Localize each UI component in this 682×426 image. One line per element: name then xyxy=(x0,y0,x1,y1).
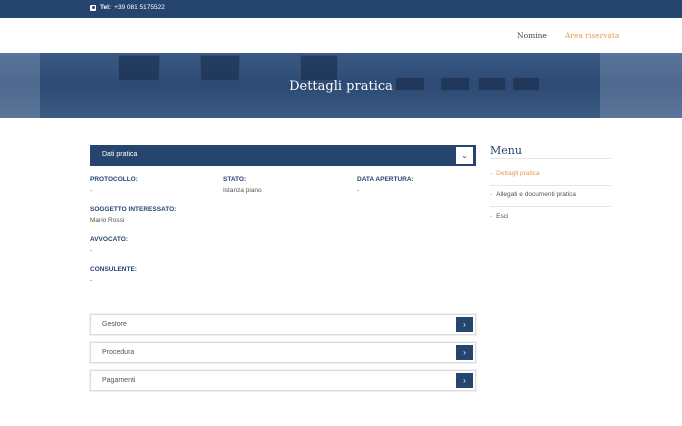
protocollo-label: PROTOCOLLO: xyxy=(90,176,138,183)
chevron-right-icon[interactable]: › xyxy=(456,345,473,360)
section-label: Procedura xyxy=(102,349,135,356)
phone-number: +39 081 5175522 xyxy=(114,4,165,11)
accordion-title: Dati pratica xyxy=(102,151,138,158)
stato-value: Istanza piano xyxy=(223,187,262,194)
sidebar-item-esci[interactable]: - Esci xyxy=(490,213,508,220)
sidebar-divider xyxy=(490,185,611,186)
soggetto-label: SOGGETTO INTERESSATO: xyxy=(90,206,177,213)
stato-label: STATO: xyxy=(223,176,247,183)
chevron-down-icon[interactable]: ⌄ xyxy=(456,147,473,164)
main-nav: Nomine Area riservata xyxy=(0,18,682,53)
soggetto-value: Mario Rossi xyxy=(90,217,125,224)
sidebar-item-dettagli-pratica[interactable]: - Dettagli pratica xyxy=(490,170,540,177)
section-pagamenti[interactable]: Pagamenti › xyxy=(90,370,476,391)
consulente-value: - xyxy=(90,277,93,284)
top-bar: Tel: +39 081 5175522 xyxy=(0,0,682,18)
phone-contact[interactable]: Tel: +39 081 5175522 xyxy=(90,4,165,11)
chevron-right-icon[interactable]: › xyxy=(456,317,473,332)
phone-label: Tel: xyxy=(100,4,112,11)
section-label: Gestore xyxy=(102,321,127,328)
phone-icon xyxy=(90,4,96,11)
page-title: Dettagli pratica xyxy=(289,79,393,94)
sidebar-divider xyxy=(490,158,611,159)
sidebar-divider xyxy=(490,206,611,207)
accordion-dati-pratica[interactable]: Dati pratica ⌄ xyxy=(90,145,476,166)
sidebar-title: Menu xyxy=(490,144,522,157)
chevron-right-icon[interactable]: › xyxy=(456,373,473,388)
section-procedura[interactable]: Procedura › xyxy=(90,342,476,363)
bullet: - xyxy=(490,213,493,220)
avvocato-value: - xyxy=(90,247,93,254)
bullet: - xyxy=(490,191,493,198)
hero-banner: Dettagli pratica xyxy=(0,53,682,118)
sidebar-item-allegati[interactable]: - Allegati e documenti pratica xyxy=(490,191,576,198)
nav-link-nomine[interactable]: Nomine xyxy=(517,31,547,40)
section-label: Pagamenti xyxy=(102,377,136,384)
sidebar-item-label: Dettagli pratica xyxy=(496,170,540,177)
nav-link-area-riservata[interactable]: Area riservata xyxy=(565,31,619,40)
data-apertura-value: - xyxy=(357,187,360,194)
sidebar-item-label: Esci xyxy=(496,213,509,220)
bullet: - xyxy=(490,170,493,177)
protocollo-value: - xyxy=(90,187,93,194)
avvocato-label: AVVOCATO: xyxy=(90,236,128,243)
section-gestore[interactable]: Gestore › xyxy=(90,314,476,335)
consulente-label: CONSULENTE: xyxy=(90,266,137,273)
sidebar-item-label: Allegati e documenti pratica xyxy=(496,191,577,198)
data-apertura-label: DATA APERTURA: xyxy=(357,176,414,183)
